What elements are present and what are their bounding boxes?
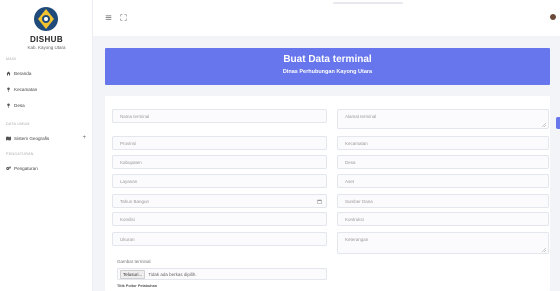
settings-side-tab[interactable]	[556, 117, 560, 129]
pin-icon	[6, 87, 14, 92]
coordinates-label: Titik Poitor Pelabuhan	[117, 284, 158, 288]
gambar-terminal-label: Gambar terminal	[117, 259, 151, 264]
brand-title: DISHUB	[29, 35, 64, 44]
ukuran-input[interactable]: Ukuran	[112, 232, 327, 246]
sidebar-item-desa[interactable]: Desa	[6, 101, 90, 110]
sidebar-item-beranda[interactable]: Beranda	[6, 69, 90, 78]
kecamatan-input[interactable]: Kecamatan	[337, 136, 549, 150]
keterangan-placeholder: Keterangan	[345, 237, 369, 242]
map-icon	[6, 136, 14, 141]
sidebar-item-kecamatan[interactable]: Kecamatan	[6, 85, 90, 94]
fullscreen-icon[interactable]	[120, 14, 127, 21]
gambar-terminal-file-input[interactable]: Telusuri... Tidak ada berkas dipilih.	[117, 268, 327, 280]
nama-terminal-input[interactable]: Nama terminal	[112, 109, 327, 123]
sidebar-item-label: Kecamatan	[14, 87, 38, 92]
sumber-dana-input[interactable]: Sumber Dana	[337, 194, 549, 208]
sidebar: DISHUB Kab. Kayong Utara MAIN Beranda Ke…	[0, 0, 93, 291]
gears-icon	[6, 166, 14, 171]
brand-subtitle: Kab. Kayong Utara	[27, 45, 66, 50]
page-header: Buat Data terminal Dinas Perhubungan Kay…	[105, 48, 550, 85]
layanan-input[interactable]: Layanan	[112, 174, 327, 188]
topbar	[93, 0, 560, 36]
section-main: MAIN	[6, 57, 17, 61]
menu-icon[interactable]	[105, 14, 112, 21]
user-avatar[interactable]	[550, 14, 556, 20]
kontruksi-input[interactable]: Kontruksi	[337, 212, 549, 226]
sidebar-item-label: Beranda	[14, 71, 32, 76]
resize-handle-icon[interactable]	[542, 248, 546, 252]
provinsi-input[interactable]: Provinsi	[112, 136, 327, 150]
kondisi-input[interactable]: Kondisi	[112, 212, 327, 226]
page-subtitle: Dinas Perhubungan Kayong Utara	[282, 69, 373, 75]
sidebar-item-pengaturan[interactable]: Pengaturan	[6, 164, 90, 173]
dishub-logo	[34, 7, 58, 31]
tahun-bangun-input[interactable]: Tahun Bangun	[112, 194, 327, 208]
sidebar-item-sistem-geografis[interactable]: Sistem Geografis +	[6, 134, 90, 143]
section-data-umum: DATA UMUM	[6, 122, 30, 126]
sidebar-item-label: Sistem Geografis	[14, 136, 50, 141]
page-title: Buat Data terminal	[283, 54, 372, 65]
alamat-terminal-placeholder: Alamat terminal	[345, 114, 377, 119]
keterangan-textarea[interactable]: Keterangan	[337, 232, 549, 254]
resize-handle-icon[interactable]	[542, 123, 546, 127]
alamat-terminal-textarea[interactable]: Alamat terminal	[337, 109, 549, 129]
pin-icon	[6, 103, 14, 108]
kabupaten-input[interactable]: Kabupaten	[112, 155, 327, 169]
sidebar-item-label: Pengaturan	[14, 166, 38, 171]
browse-button[interactable]: Telusuri...	[120, 269, 146, 279]
expand-icon[interactable]: +	[82, 134, 86, 142]
file-status: Tidak ada berkas dipilih.	[148, 271, 197, 277]
calendar-icon[interactable]	[317, 199, 322, 204]
tahun-bangun-placeholder: Tahun Bangun	[120, 198, 150, 204]
top-divider	[333, 2, 403, 4]
home-icon	[6, 71, 14, 76]
aset-input[interactable]: Aset	[337, 174, 549, 188]
section-pengaturan: PENGATURAN	[6, 152, 34, 156]
desa-input[interactable]: Desa	[337, 155, 549, 169]
sidebar-item-label: Desa	[14, 103, 25, 108]
